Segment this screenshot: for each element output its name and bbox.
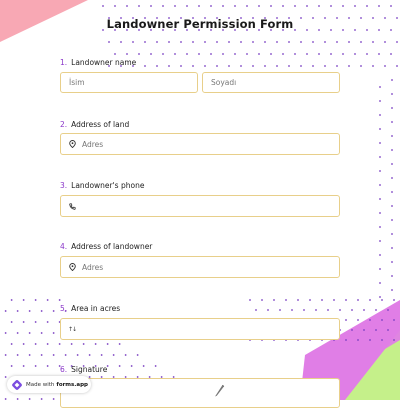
location-pin-icon — [68, 263, 76, 271]
question-address-of-landowner: 4. Address of landowner — [60, 242, 152, 251]
signature-pad[interactable] — [60, 378, 340, 408]
made-with-badge[interactable]: Made with forms.app — [7, 376, 91, 393]
land-address-input[interactable]: Adres — [60, 133, 340, 155]
made-with-text: Made with — [26, 381, 55, 388]
question-number: 5. — [60, 304, 68, 313]
question-number: 3. — [60, 181, 68, 190]
location-pin-icon — [68, 140, 76, 148]
form-title: Landowner Permission Form — [106, 17, 294, 31]
question-signature: 6. Signature — [60, 365, 107, 374]
pen-icon — [213, 383, 225, 399]
form-card: Landowner Permission Form 1. Landowner na… — [0, 0, 400, 408]
phone-input[interactable] — [60, 195, 340, 217]
phone-icon — [68, 202, 76, 210]
question-number: 6. — [60, 365, 68, 374]
area-number-input[interactable]: ↑↓ — [60, 318, 340, 340]
question-address-of-land: 2. Address of land — [60, 120, 129, 129]
question-number: 2. — [60, 120, 68, 129]
last-name-input[interactable]: Soyadı — [202, 72, 340, 93]
number-icon: ↑↓ — [67, 325, 77, 333]
input-placeholder: İsim — [69, 78, 85, 87]
question-landowner-name: 1. Landowner name — [60, 58, 136, 67]
question-label: Landowner's phone — [71, 181, 145, 190]
forms-app-logo-icon — [12, 379, 22, 390]
question-label: Signature — [71, 365, 108, 374]
landowner-address-input[interactable]: Adres — [60, 256, 340, 278]
input-placeholder: Adres — [82, 262, 104, 272]
question-landowner-phone: 3. Landowner's phone — [60, 181, 144, 190]
question-number: 4. — [60, 242, 68, 251]
question-label: Address of landowner — [71, 242, 153, 251]
question-label: Area in acres — [71, 304, 121, 313]
question-number: 1. — [60, 58, 68, 67]
question-area-in-acres: 5. Area in acres — [60, 304, 120, 313]
brand-name: forms.app — [56, 381, 88, 388]
input-placeholder: Soyadı — [211, 78, 237, 87]
question-label: Landowner name — [71, 58, 137, 67]
first-name-input[interactable]: İsim — [60, 72, 198, 93]
input-placeholder: Adres — [82, 139, 104, 149]
question-label: Address of land — [71, 120, 130, 129]
